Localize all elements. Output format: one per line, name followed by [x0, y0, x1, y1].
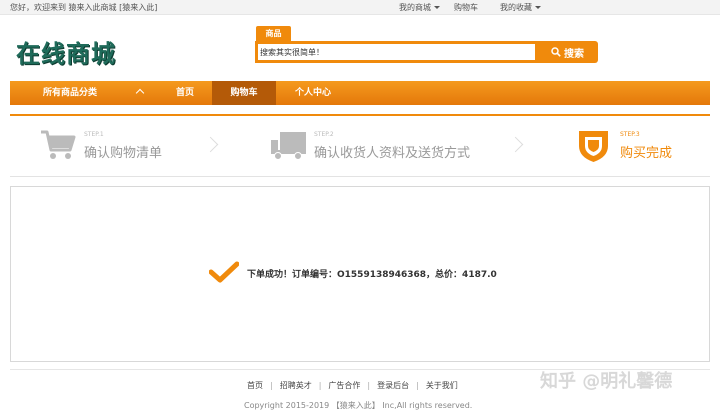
footer-separator: |: [367, 381, 371, 390]
category-menu[interactable]: 所有商品分类: [10, 81, 158, 105]
step-3-text: 购买完成: [620, 146, 673, 161]
footer-link-about[interactable]: 关于我们: [426, 381, 458, 390]
caret-down-icon: [535, 6, 541, 9]
main-nav: 所有商品分类 首页 购物车 个人中心: [10, 81, 710, 105]
my-mall-label: 我的商城: [399, 3, 431, 12]
watermark: 知乎 @明礼馨德: [540, 371, 673, 392]
top-cart-label: 购物车: [454, 3, 478, 12]
nav-item-profile[interactable]: 个人中心: [276, 81, 350, 105]
nav-item-home[interactable]: 首页: [158, 81, 212, 105]
step-1-text: 确认购物清单: [84, 146, 163, 161]
top-bar: 您好，欢迎来到 猿来入此商城 [猿来入此] 我的商城 购物车 我的收藏: [0, 0, 720, 15]
footer-links: 首页 | 招聘英才 | 广告合作 | 登录后台 | 关于我们: [247, 380, 458, 391]
truck-icon: [271, 132, 306, 160]
top-cart-link[interactable]: 购物车: [454, 2, 478, 13]
footer-separator: |: [270, 381, 273, 390]
welcome-prefix: 您好，欢迎来到: [10, 3, 66, 12]
steps-top-line: [10, 114, 710, 116]
search-input[interactable]: [258, 44, 535, 60]
search-button[interactable]: 搜索: [537, 41, 598, 63]
footer-link-home[interactable]: 首页: [247, 381, 263, 390]
cart-icon: [41, 130, 76, 159]
order-success-message: 下单成功！订单编号：O1559138946368，总价：4187.0: [247, 270, 497, 280]
nav-item-cart[interactable]: 购物车: [212, 81, 276, 105]
search-box: [255, 41, 538, 63]
footer-separator: |: [416, 381, 419, 390]
checkmark-icon: [209, 261, 239, 283]
favorites-menu[interactable]: 我的收藏: [500, 2, 541, 13]
footer-link-admin[interactable]: 登录后台: [377, 381, 409, 390]
step-1-number: STEP.1: [84, 131, 104, 138]
my-mall-menu[interactable]: 我的商城: [399, 2, 440, 13]
welcome-tag[interactable]: [猿来入此]: [119, 3, 157, 12]
order-result-panel: 下单成功！订单编号：O1559138946368，总价：4187.0: [10, 186, 710, 362]
site-logo[interactable]: 在线商城: [16, 34, 116, 69]
footer-link-ads[interactable]: 广告合作: [328, 381, 360, 390]
footer-link-jobs[interactable]: 招聘英才: [280, 381, 312, 390]
chevron-right-icon: [507, 136, 524, 153]
copyright-text: Copyright 2015-2019 【猿来入此】 Inc,All right…: [244, 401, 473, 410]
category-label: 所有商品分类: [43, 88, 98, 98]
welcome-text: 您好，欢迎来到 猿来入此商城 [猿来入此]: [10, 2, 157, 13]
caret-down-icon: [434, 6, 440, 9]
step-3-number: STEP.3: [620, 131, 640, 138]
chevron-right-icon: [202, 136, 219, 153]
search-category-tab[interactable]: 商品: [256, 26, 291, 41]
steps-divider: [10, 176, 710, 177]
step-2-number: STEP.2: [314, 131, 334, 138]
search-icon: [551, 47, 561, 57]
chevron-up-icon: [135, 88, 145, 98]
welcome-link[interactable]: 猿来入此商城: [69, 3, 117, 12]
footer-separator: |: [318, 381, 322, 390]
step-2-text: 确认收货人资料及送货方式: [314, 146, 471, 161]
shield-icon: [579, 131, 608, 162]
search-button-label: 搜索: [564, 48, 584, 60]
favorites-label: 我的收藏: [500, 3, 532, 12]
